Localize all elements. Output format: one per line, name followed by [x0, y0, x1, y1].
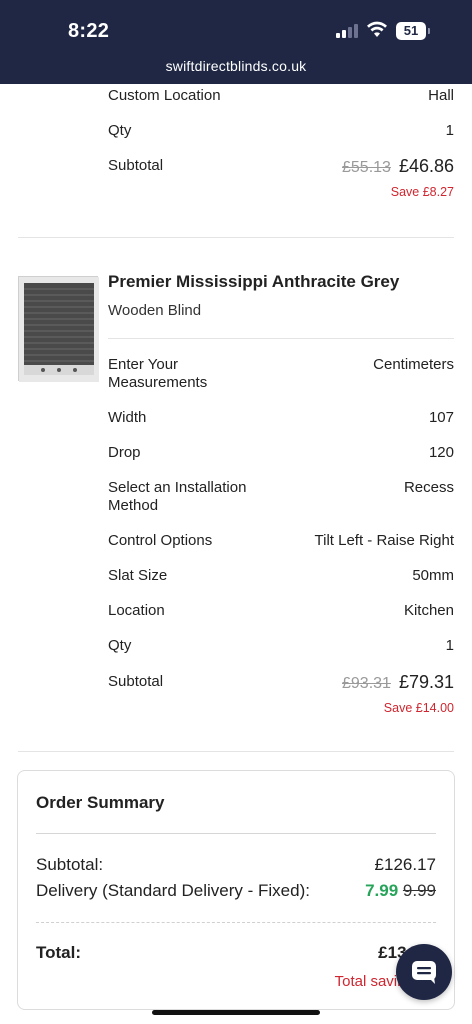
- battery-icon: 51: [396, 22, 430, 40]
- option-label: Qty: [108, 122, 132, 139]
- subtotal-label: Subtotal: [108, 673, 164, 690]
- item1-savings: Save £8.27: [390, 185, 454, 199]
- original-price: £55.13: [342, 159, 391, 176]
- order-summary-title: Order Summary: [36, 793, 165, 812]
- option-value: Tilt Left - Raise Right: [314, 532, 455, 549]
- chat-bubble-icon: [412, 961, 436, 984]
- option-label: Enter Your Measurements: [108, 356, 208, 391]
- original-price: £93.31: [342, 675, 391, 692]
- option-label: Select an Installation Method: [108, 479, 247, 514]
- summary-subtotal-value: £126.17: [374, 855, 436, 874]
- option-label: Slat Size: [108, 567, 168, 584]
- item-divider: [18, 237, 454, 238]
- home-indicator: [152, 1010, 320, 1015]
- address-bar-url[interactable]: swiftdirectblinds.co.uk: [0, 58, 472, 74]
- item2-savings: Save £14.00: [383, 701, 454, 715]
- item-divider: [18, 751, 454, 752]
- option-label: Drop: [108, 444, 141, 461]
- option-value: 1: [445, 122, 454, 139]
- option-value: 1: [445, 637, 454, 654]
- option-label: Control Options: [108, 532, 213, 549]
- option-label: Custom Location: [108, 87, 221, 104]
- summary-total-label: Total:: [36, 943, 82, 962]
- summary-delivery-row: Delivery (Standard Delivery - Fixed): 7.…: [36, 881, 436, 901]
- option-label: Location: [108, 602, 165, 619]
- sale-price: £46.86: [398, 156, 454, 176]
- delivery-original-price: 9.99: [402, 881, 436, 900]
- option-value: 120: [428, 444, 454, 461]
- option-value: Centimeters: [373, 356, 454, 373]
- product-subtitle: Wooden Blind: [108, 302, 202, 319]
- delivery-price: 7.99: [365, 881, 399, 900]
- option-value: Hall: [428, 87, 454, 104]
- summary-subtotal-label: Subtotal:: [36, 855, 104, 874]
- option-label: Qty: [108, 637, 132, 654]
- order-summary-card: Order Summary Subtotal: £126.17 Delivery…: [17, 770, 455, 1010]
- status-time: 8:22: [68, 20, 110, 42]
- summary-dashed-divider: [36, 922, 436, 923]
- sale-price: £79.31: [398, 672, 454, 692]
- summary-delivery-label: Delivery (Standard Delivery - Fixed):: [36, 881, 310, 900]
- option-label: Width: [108, 409, 147, 426]
- summary-divider: [36, 833, 436, 834]
- signal-icon: [336, 24, 360, 38]
- subtotal-label: Subtotal: [108, 157, 164, 174]
- option-value: 50mm: [412, 567, 454, 584]
- option-value: Recess: [403, 479, 454, 496]
- wooden-blind-image: [19, 277, 99, 382]
- summary-total-row: Total: £134: [36, 943, 436, 963]
- product-header-divider: [108, 338, 454, 339]
- chat-button[interactable]: [396, 944, 452, 1000]
- summary-subtotal-row: Subtotal: £126.17: [36, 855, 436, 875]
- option-value: 107: [428, 409, 454, 426]
- status-bar: 8:22 51 swiftdirectblinds.co.uk: [0, 0, 472, 84]
- option-value: Kitchen: [403, 602, 454, 619]
- product-image[interactable]: [18, 276, 99, 382]
- product-title[interactable]: Premier Mississippi Anthracite Grey: [108, 272, 399, 292]
- wifi-icon: [367, 21, 387, 37]
